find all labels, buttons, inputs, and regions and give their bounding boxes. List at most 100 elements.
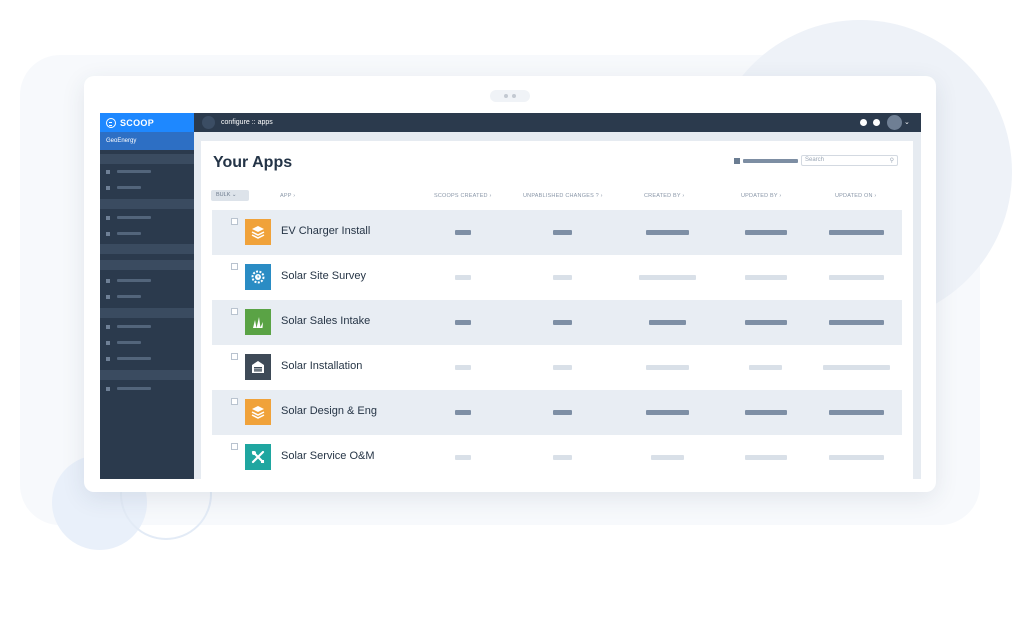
column-header-scoops-created-label: SCOOPS CREATED (434, 193, 488, 199)
table-row[interactable]: Solar Sales Intake (212, 300, 902, 345)
updated-on-value (829, 230, 884, 235)
app-name[interactable]: Solar Service O&M (281, 450, 375, 462)
topbar: configure :: apps ⌄ (194, 113, 921, 132)
filter-icon[interactable] (734, 158, 740, 164)
app-name[interactable]: Solar Installation (281, 360, 362, 372)
sidebar-item[interactable] (106, 324, 151, 329)
sidebar-divider (100, 260, 194, 270)
column-header-updated-on[interactable]: UPDATED ON › (835, 193, 876, 199)
column-header-updated-by-label: UPDATED BY (741, 193, 778, 199)
row-checkbox[interactable] (231, 308, 238, 315)
gear-clock-icon (245, 264, 271, 290)
sidebar-divider (100, 244, 194, 254)
search-input[interactable]: Search ⚲ (801, 155, 898, 166)
row-checkbox[interactable] (231, 353, 238, 360)
unpublished-changes-value (553, 410, 572, 415)
created-by-value (639, 275, 696, 280)
updated-by-value (745, 455, 787, 460)
main-content: Your Apps Search ⚲ BULK ⌄ APP › SCOOPS C… (201, 141, 913, 479)
column-header-scoops-created[interactable]: SCOOPS CREATED › (434, 193, 492, 199)
sidebar-divider (100, 199, 194, 209)
unpublished-changes-value (553, 455, 572, 460)
sidebar-item[interactable] (106, 356, 151, 361)
updated-by-value (749, 365, 782, 370)
scoops-created-value (455, 455, 471, 460)
created-by-value (651, 455, 684, 460)
brand-name: SCOOP (120, 117, 155, 128)
sidebar-divider (100, 308, 194, 318)
scoops-created-value (455, 320, 471, 325)
scoops-created-value (455, 275, 471, 280)
bulk-actions-button[interactable]: BULK ⌄ (211, 190, 249, 201)
sidebar-item[interactable] (106, 169, 151, 174)
created-by-value (646, 365, 689, 370)
brand-logo[interactable]: SCOOP (100, 113, 194, 132)
user-avatar[interactable] (887, 115, 902, 130)
app-name[interactable]: Solar Site Survey (281, 270, 366, 282)
unpublished-changes-value (553, 320, 572, 325)
sidebar-item[interactable] (106, 215, 151, 220)
window-dots (490, 90, 530, 102)
tools-icon (245, 444, 271, 470)
column-header-updated-on-label: UPDATED ON (835, 193, 873, 199)
column-header-unpublished-changes-label: UNPABLISHED CHANGES ? (523, 193, 599, 199)
app-window: SCOOP GeoEnergy configure :: apps ⌄ Your… (100, 113, 921, 479)
table-row[interactable]: Solar Service O&M (212, 435, 902, 479)
updated-on-value (823, 365, 890, 370)
sidebar-item[interactable] (106, 386, 151, 391)
sidebar-divider (100, 154, 194, 164)
unpublished-changes-value (553, 275, 572, 280)
sidebar-item[interactable] (106, 278, 151, 283)
table-row[interactable]: EV Charger Install (212, 210, 902, 255)
updated-by-value (745, 320, 787, 325)
row-checkbox[interactable] (231, 263, 238, 270)
sidebar: SCOOP GeoEnergy (100, 113, 194, 479)
layers-icon (245, 219, 271, 245)
column-header-app-label: APP (280, 193, 292, 199)
updated-by-value (745, 410, 787, 415)
filter-control[interactable] (743, 159, 798, 163)
updated-on-value (829, 455, 884, 460)
app-name[interactable]: Solar Design & Eng (281, 405, 377, 417)
scoops-created-value (455, 230, 471, 235)
scoop-logo-icon (106, 117, 116, 128)
org-selector[interactable]: GeoEnergy (100, 132, 194, 150)
workspace-avatar[interactable] (202, 116, 215, 129)
garage-icon (245, 354, 271, 380)
table-row[interactable]: Solar Installation (212, 345, 902, 390)
page-title: Your Apps (213, 154, 293, 171)
sidebar-item[interactable] (106, 340, 141, 345)
chevron-down-icon[interactable]: ⌄ (904, 113, 910, 132)
row-checkbox[interactable] (231, 398, 238, 405)
notification-dot-icon[interactable] (860, 119, 867, 126)
app-name[interactable]: Solar Sales Intake (281, 315, 370, 327)
updated-on-value (829, 320, 884, 325)
column-header-unpublished-changes[interactable]: UNPABLISHED CHANGES ? › (523, 193, 603, 199)
row-checkbox[interactable] (231, 218, 238, 225)
column-header-app[interactable]: APP › (280, 193, 295, 199)
updated-on-value (829, 410, 884, 415)
sidebar-divider (100, 370, 194, 380)
updated-by-value (745, 275, 787, 280)
created-by-value (646, 230, 689, 235)
updated-on-value (829, 275, 884, 280)
sidebar-item[interactable] (106, 231, 141, 236)
breadcrumb: configure :: apps (221, 119, 273, 126)
app-name[interactable]: EV Charger Install (281, 225, 370, 237)
column-header-created-by[interactable]: CREATED BY › (644, 193, 684, 199)
created-by-value (646, 410, 689, 415)
search-icon: ⚲ (889, 158, 894, 164)
row-checkbox[interactable] (231, 443, 238, 450)
scoops-created-value (455, 410, 471, 415)
grass-icon (245, 309, 271, 335)
unpublished-changes-value (553, 365, 572, 370)
sidebar-item[interactable] (106, 294, 141, 299)
sidebar-item[interactable] (106, 185, 141, 190)
table-row[interactable]: Solar Design & Eng (212, 390, 902, 435)
scoops-created-value (455, 365, 471, 370)
table-row[interactable]: Solar Site Survey (212, 255, 902, 300)
help-dot-icon[interactable] (873, 119, 880, 126)
layers-icon (245, 399, 271, 425)
column-header-updated-by[interactable]: UPDATED BY › (741, 193, 781, 199)
created-by-value (649, 320, 686, 325)
